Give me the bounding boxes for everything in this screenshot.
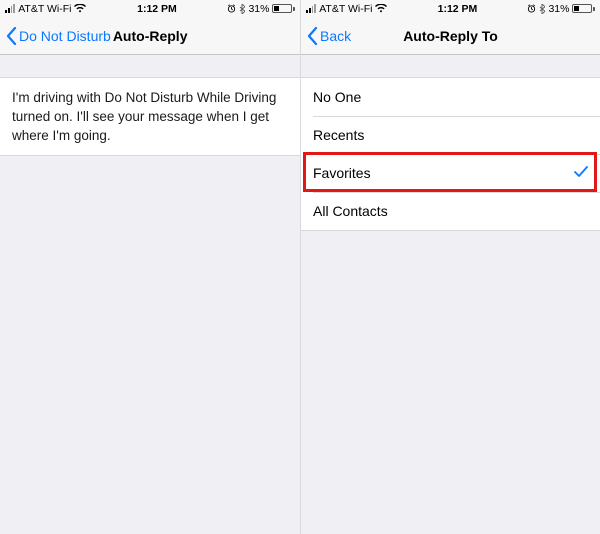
carrier-label: AT&T Wi-Fi [18, 3, 71, 15]
status-bar: AT&T Wi-Fi 1:12 PM 31% [301, 0, 600, 17]
wifi-icon [74, 4, 86, 13]
status-right: 31% [527, 3, 595, 15]
nav-bar: Do Not Disturb Auto-Reply [0, 17, 300, 55]
option-label: Favorites [313, 165, 371, 181]
battery-icon [272, 4, 295, 13]
options-list: No One Recents Favorites All Contacts [301, 77, 600, 231]
status-time: 1:12 PM [137, 3, 177, 15]
alarm-icon [527, 4, 536, 13]
option-recents[interactable]: Recents [301, 116, 600, 154]
option-all-contacts[interactable]: All Contacts [301, 192, 600, 230]
battery-pct: 31% [548, 3, 569, 15]
option-favorites[interactable]: Favorites [301, 154, 600, 192]
signal-icon [5, 4, 15, 13]
option-label: No One [313, 89, 361, 105]
nav-bar: Back Auto-Reply To [301, 17, 600, 55]
wifi-icon [375, 4, 387, 13]
status-right: 31% [227, 3, 295, 15]
status-time: 1:12 PM [438, 3, 478, 15]
alarm-icon [227, 4, 236, 13]
battery-icon [572, 4, 595, 13]
signal-icon [306, 4, 316, 13]
back-button[interactable]: Back [307, 27, 351, 45]
screen-auto-reply-to: AT&T Wi-Fi 1:12 PM 31% Back Auto-Reply T… [300, 0, 600, 534]
auto-reply-message-text: I'm driving with Do Not Disturb While Dr… [12, 88, 288, 145]
bluetooth-icon [539, 4, 545, 14]
bluetooth-icon [239, 4, 245, 14]
carrier-label: AT&T Wi-Fi [319, 3, 372, 15]
back-label: Do Not Disturb [19, 28, 111, 44]
option-no-one[interactable]: No One [301, 78, 600, 116]
status-bar: AT&T Wi-Fi 1:12 PM 31% [0, 0, 300, 17]
back-label: Back [320, 28, 351, 44]
option-label: All Contacts [313, 203, 388, 219]
battery-pct: 31% [248, 3, 269, 15]
page-title: Auto-Reply [113, 28, 188, 44]
back-button[interactable]: Do Not Disturb [6, 27, 111, 45]
status-left: AT&T Wi-Fi [306, 3, 387, 15]
auto-reply-message-cell[interactable]: I'm driving with Do Not Disturb While Dr… [0, 77, 300, 156]
option-label: Recents [313, 127, 364, 143]
screen-auto-reply: AT&T Wi-Fi 1:12 PM 31% Do Not Disturb Au… [0, 0, 300, 534]
checkmark-icon [574, 165, 588, 181]
status-left: AT&T Wi-Fi [5, 3, 86, 15]
